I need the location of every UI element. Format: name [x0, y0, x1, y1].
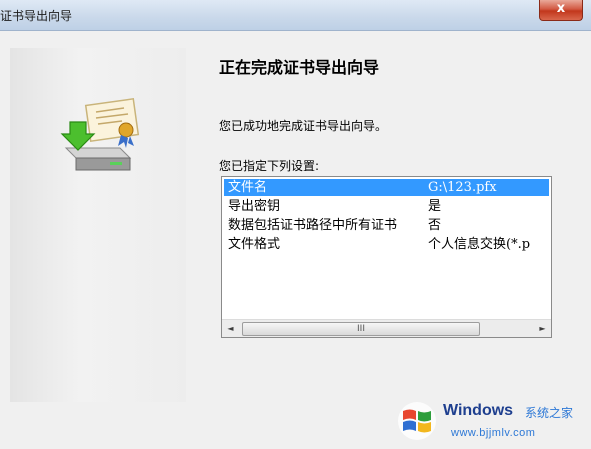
page-title: 正在完成证书导出向导: [219, 58, 380, 77]
list-item[interactable]: 导出密钥 是: [224, 198, 549, 215]
setting-value: 否: [428, 218, 442, 233]
setting-name: 数据包括证书路径中所有证书: [228, 218, 398, 233]
windows-logo-icon: [398, 402, 436, 440]
setting-name: 文件格式: [228, 237, 281, 252]
scroll-left-icon[interactable]: ◄: [222, 320, 239, 337]
setting-value: 个人信息交换(*.p: [428, 237, 531, 252]
setting-name: 导出密钥: [228, 199, 281, 214]
list-item[interactable]: 数据包括证书路径中所有证书 否: [224, 217, 549, 234]
list-item[interactable]: 文件名 G:\123.pfx: [224, 179, 549, 196]
scroll-right-icon[interactable]: ►: [534, 320, 551, 337]
settings-label: 您已指定下列设置:: [219, 159, 320, 173]
settings-list[interactable]: 文件名 G:\123.pfx 导出密钥 是 数据包括证书路径中所有证书 否 文件…: [221, 176, 552, 338]
setting-name: 文件名: [228, 180, 268, 195]
wizard-side-panel: [10, 48, 186, 402]
scroll-thumb[interactable]: III: [242, 322, 480, 336]
title-bar[interactable]: 证书导出向导 x: [0, 0, 591, 31]
list-item[interactable]: 文件格式 个人信息交换(*.p: [224, 236, 549, 253]
watermark-url: www.bjjmlv.com: [451, 427, 536, 439]
window-title: 证书导出向导: [0, 9, 73, 23]
horizontal-scrollbar[interactable]: ◄ III ►: [222, 319, 551, 337]
setting-value: G:\123.pfx: [428, 180, 497, 195]
watermark-brand: Windows: [443, 402, 514, 419]
certificate-export-icon: [60, 98, 140, 171]
setting-value: 是: [428, 199, 442, 214]
close-button[interactable]: x: [539, 0, 583, 21]
completion-message: 您已成功地完成证书导出向导。: [219, 119, 388, 133]
site-watermark: Windows 系统之家 www.bjjmlv.com: [391, 393, 591, 449]
watermark-site-name: 系统之家: [525, 406, 574, 420]
